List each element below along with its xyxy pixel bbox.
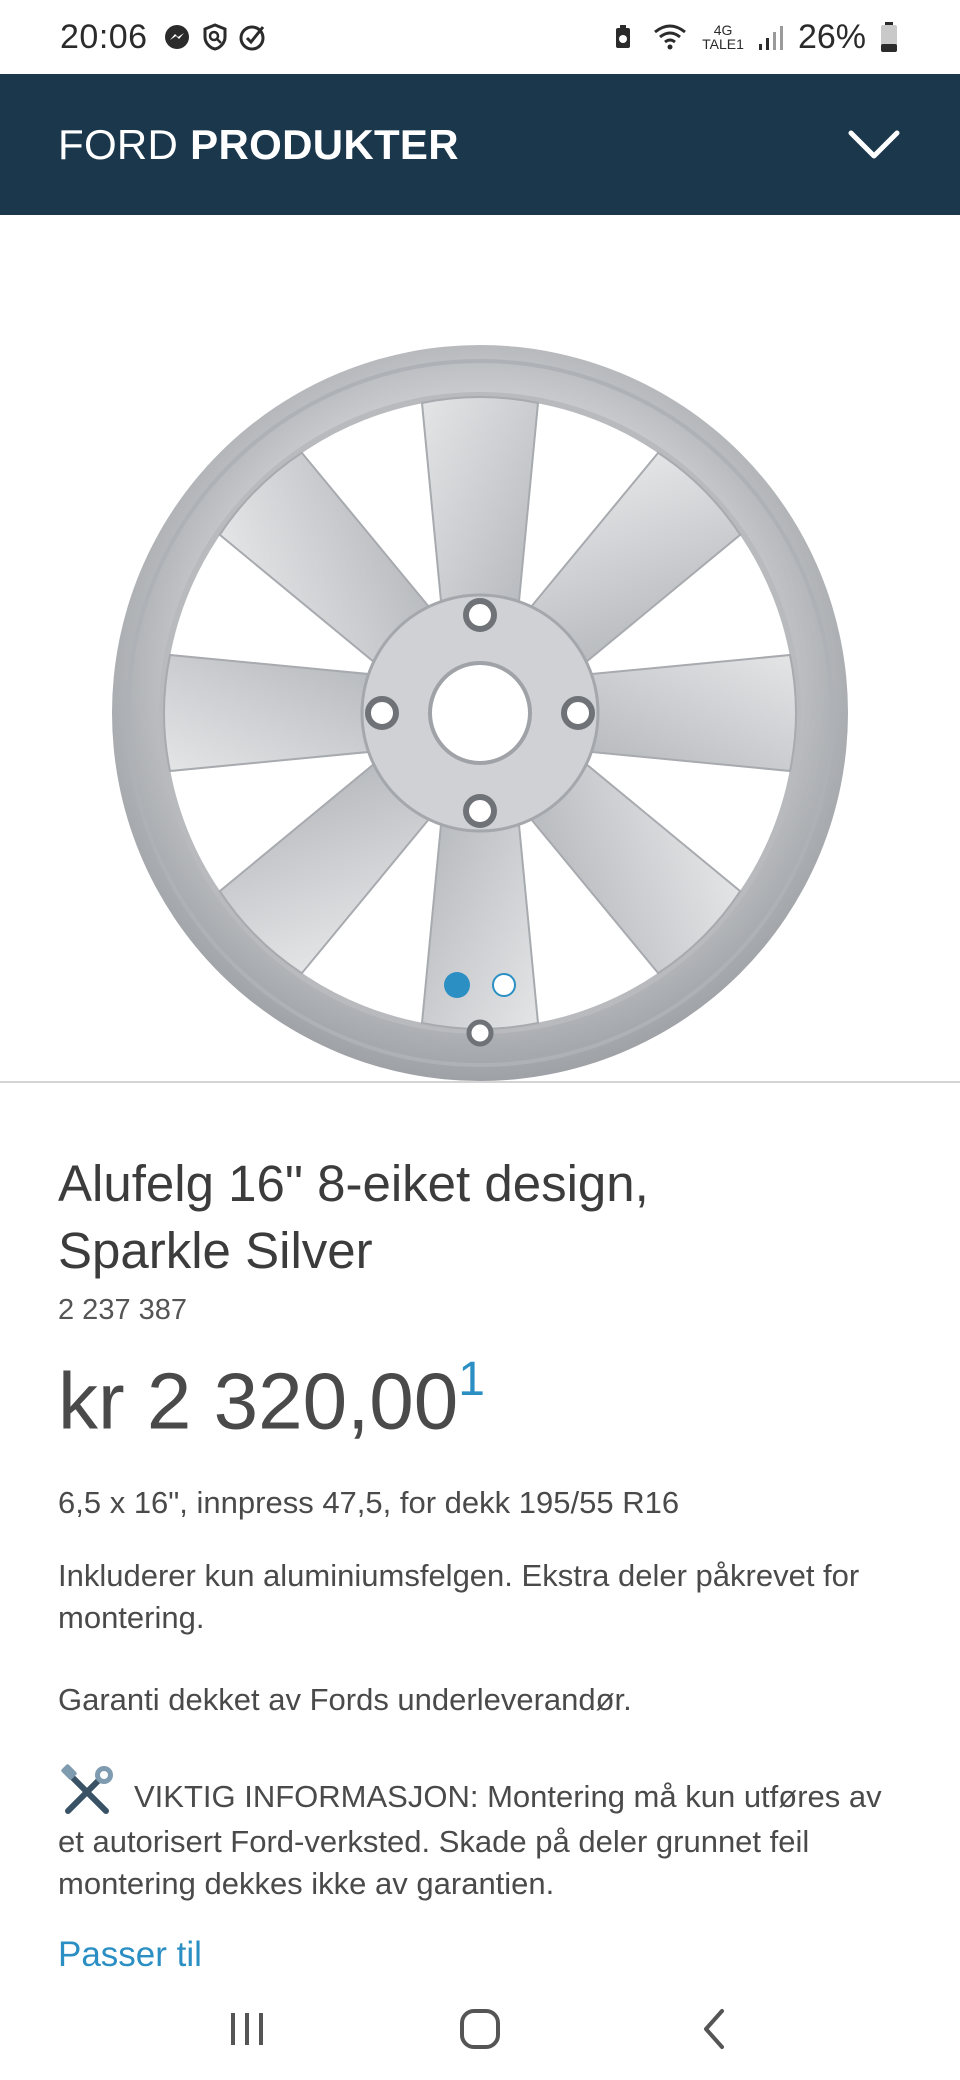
carousel-dot-2[interactable] xyxy=(492,973,516,997)
part-number: 2 237 387 xyxy=(58,1294,188,1326)
battery-saver-icon xyxy=(616,25,631,48)
important-info-text: VIKTIG INFORMASJON: Montering må kun utf… xyxy=(58,1778,882,1901)
carrier-name: TALE1 xyxy=(702,36,744,52)
carousel-pagination xyxy=(0,972,960,998)
back-icon xyxy=(704,2009,725,2049)
notification-icons xyxy=(162,22,268,52)
brand-bold: PRODUKTER xyxy=(190,120,459,168)
network-type: 4G xyxy=(713,22,733,38)
system-nav-bar xyxy=(0,1978,960,2080)
status-left: 20:06 xyxy=(60,18,268,57)
product-title: Alufelg 16" 8-eiket design, Sparkle Silv… xyxy=(58,1150,908,1284)
check-circle-icon xyxy=(239,25,265,51)
product-details: Alufelg 16" 8-eiket design, Sparkle Silv… xyxy=(58,1150,908,1975)
status-time: 20:06 xyxy=(60,17,148,56)
back-button[interactable] xyxy=(683,1999,743,2059)
shield-search-icon xyxy=(203,23,227,51)
product-image-carousel[interactable] xyxy=(0,215,960,1083)
network-label: 4G TALE1 xyxy=(702,23,744,51)
product-title-line1: Alufelg 16" 8-eiket design, xyxy=(58,1155,649,1212)
status-right: 4G TALE1 26% xyxy=(608,18,898,57)
wifi-icon xyxy=(654,24,687,50)
signal-icon xyxy=(758,26,783,50)
chevron-down-icon xyxy=(848,130,900,158)
home-button[interactable] xyxy=(450,1999,510,2059)
recent-apps-button[interactable] xyxy=(217,1999,277,2059)
carousel-dot-1[interactable] xyxy=(444,972,470,998)
important-info: VIKTIG INFORMASJON: Montering må kun utf… xyxy=(58,1763,908,1905)
price-value: kr 2 320,00 xyxy=(58,1356,459,1446)
product-title-line2: Sparkle Silver xyxy=(58,1222,373,1279)
recent-apps-icon xyxy=(230,2013,263,2045)
product-spec: 6,5 x 16", innpress 47,5, for dekk 195/5… xyxy=(58,1484,680,1520)
home-icon xyxy=(459,2009,500,2049)
brand-light: FORD xyxy=(58,120,179,168)
price-footnote-link[interactable]: 1 xyxy=(458,1353,485,1406)
warranty-text: Garanti dekket av Fords underleverandør. xyxy=(58,1681,632,1717)
site-header: FORD PRODUKTER xyxy=(0,74,960,215)
messenger-icon xyxy=(164,25,189,49)
battery-icon xyxy=(881,22,897,52)
menu-toggle-button[interactable] xyxy=(844,115,904,175)
product-price: kr 2 320,001 xyxy=(58,1341,908,1447)
tools-icon xyxy=(61,1763,113,1814)
product-description: Inkluderer kun aluminiumsfelgen. Ekstra … xyxy=(58,1557,860,1635)
status-bar: 20:06 4G TALE1 26% xyxy=(0,0,960,74)
brand-title[interactable]: FORD PRODUKTER xyxy=(58,121,459,169)
battery-percentage: 26% xyxy=(797,17,866,56)
fits-link[interactable]: Passer til xyxy=(58,1935,202,1975)
